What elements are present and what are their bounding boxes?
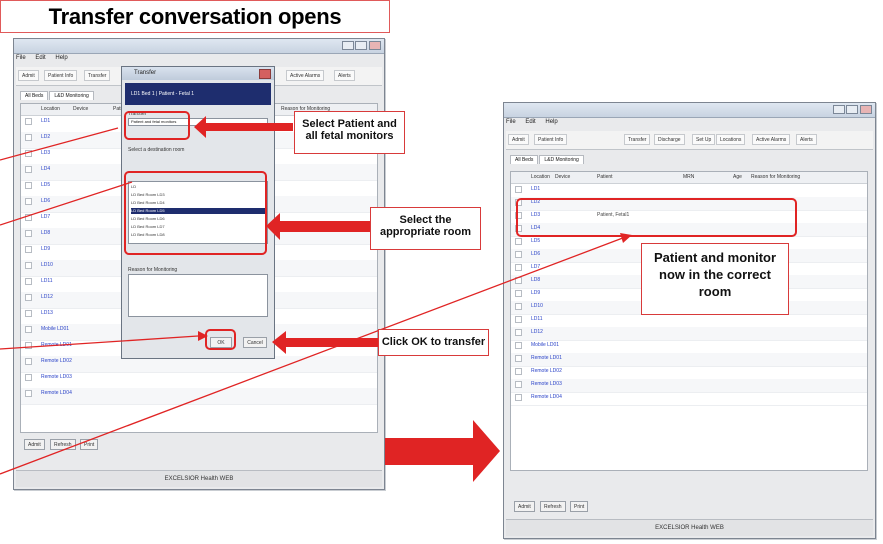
pointer-line-2 — [0, 181, 133, 226]
arrow-to-transfer-option — [194, 116, 293, 138]
pointer-line-3 — [0, 335, 199, 350]
pointer-line-4 — [0, 235, 629, 475]
callout-result: Patient and monitor now in the correct r… — [641, 243, 789, 315]
pointer-line-4-head — [620, 233, 632, 243]
pointer-line-1 — [0, 127, 119, 161]
arrow-to-room-list — [266, 213, 370, 240]
callout-click-ok: Click OK to transfer — [378, 329, 489, 356]
big-right-arrow — [385, 420, 500, 482]
callout-select-patient: Select Patient and all fetal monitors — [294, 111, 405, 154]
pointer-line-3-head — [198, 331, 208, 341]
callout-select-room: Select the appropriate room — [370, 207, 481, 250]
